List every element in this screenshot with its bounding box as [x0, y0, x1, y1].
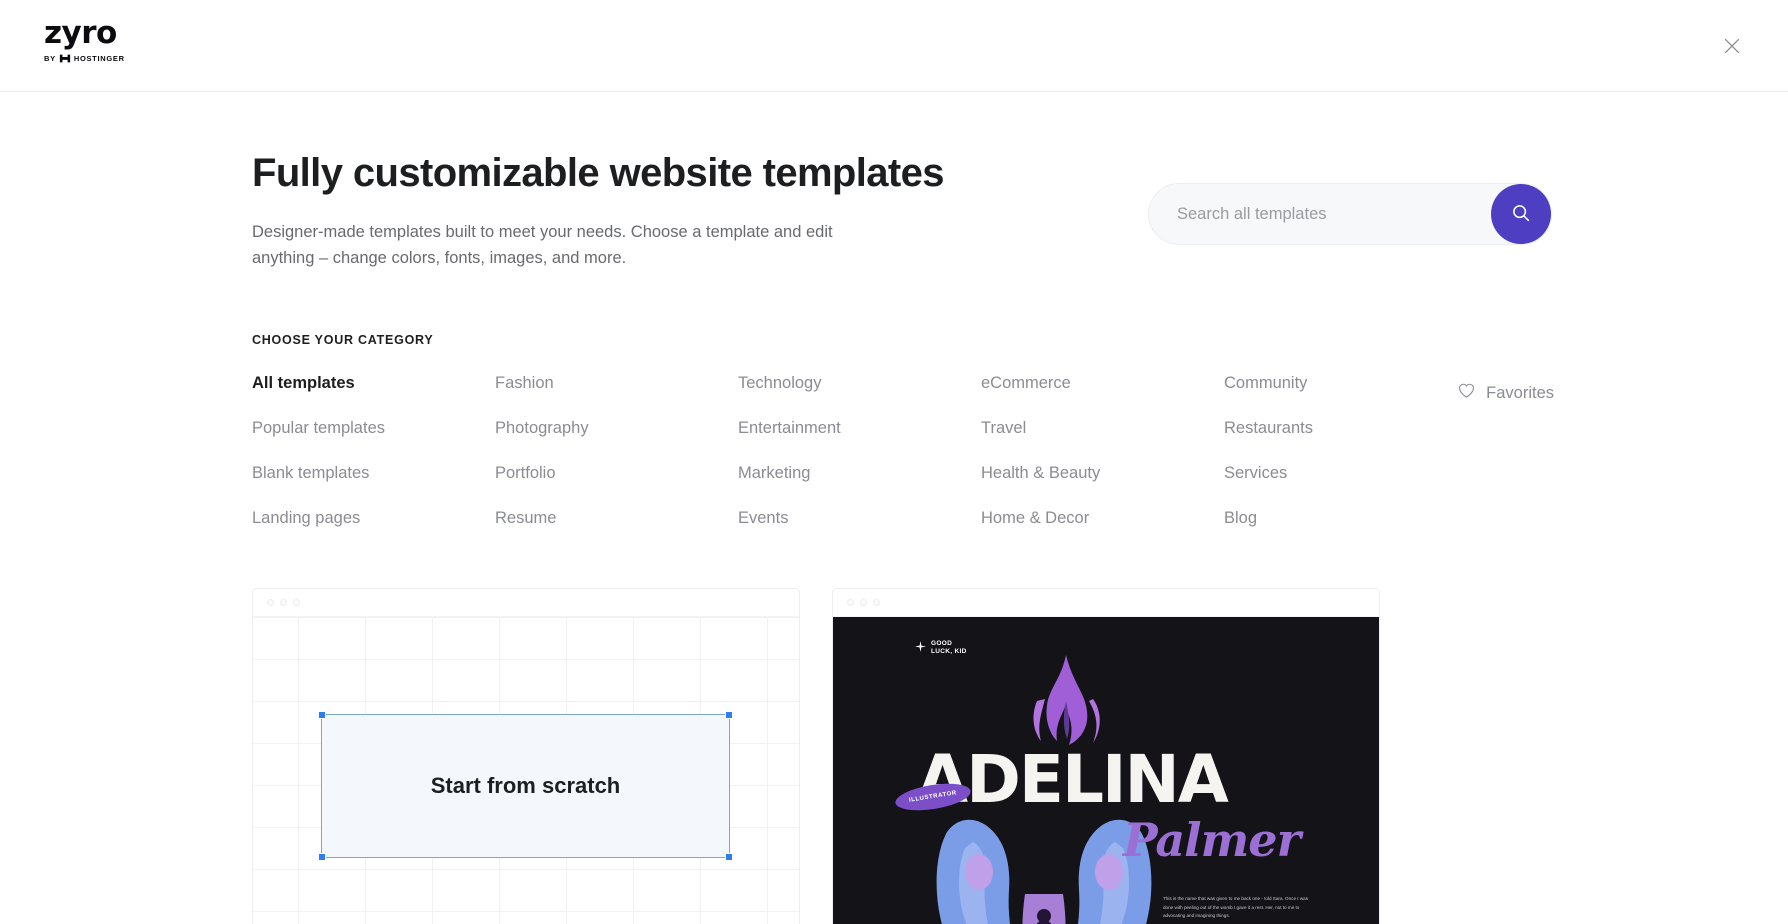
poster-corner-badge: GOOD LUCK, KID	[915, 639, 967, 657]
search-bar	[1148, 183, 1552, 245]
template-card-start-from-scratch[interactable]: Start from scratch	[252, 588, 800, 924]
resize-handle-top-right[interactable]	[725, 711, 733, 720]
category-heading: CHOOSE YOUR CATEGORY	[252, 333, 434, 348]
hostinger-h-icon	[59, 54, 71, 63]
browser-dot-icon	[847, 599, 854, 607]
category-item-all-templates[interactable]: All templates	[252, 371, 355, 396]
card-preview: GOOD LUCK, KID ADELINA Palmer ILLUSTRATO…	[833, 617, 1379, 924]
logo-by-text: BY	[44, 54, 56, 63]
browser-dot-icon	[267, 599, 274, 607]
category-item-fashion[interactable]: Fashion	[495, 371, 554, 396]
close-icon[interactable]	[1712, 26, 1752, 66]
category-item-blank-templates[interactable]: Blank templates	[252, 461, 369, 486]
template-grid: Start from scratch GOOD LUCK, KID ADELIN…	[252, 588, 1744, 924]
favorites-link[interactable]: Favorites	[1457, 381, 1554, 405]
category-item-resume[interactable]: Resume	[495, 506, 556, 531]
resize-handle-bottom-right[interactable]	[725, 853, 733, 862]
category-item-health-beauty[interactable]: Health & Beauty	[981, 461, 1100, 486]
poster-subtitle: Palmer	[1123, 813, 1301, 868]
search-icon	[1510, 202, 1532, 227]
resize-handle-bottom-left[interactable]	[318, 853, 326, 862]
category-item-blog[interactable]: Blog	[1224, 506, 1257, 531]
category-item-events[interactable]: Events	[738, 506, 788, 531]
card-browser-chrome	[253, 589, 799, 618]
search-submit-button[interactable]	[1491, 184, 1551, 244]
selected-block[interactable]: Start from scratch	[318, 711, 733, 862]
category-item-ecommerce[interactable]: eCommerce	[981, 371, 1071, 396]
category-item-marketing[interactable]: Marketing	[738, 461, 810, 486]
logo-wordmark: zyro	[44, 15, 117, 51]
search-input[interactable]	[1177, 204, 1489, 224]
start-from-scratch-label: Start from scratch	[430, 773, 621, 799]
resize-handle-top-left[interactable]	[318, 711, 326, 720]
favorites-label: Favorites	[1486, 383, 1554, 402]
poster-artwork: GOOD LUCK, KID ADELINA Palmer ILLUSTRATO…	[833, 617, 1379, 924]
category-item-technology[interactable]: Technology	[738, 371, 821, 396]
category-item-portfolio[interactable]: Portfolio	[495, 461, 556, 486]
page-content: Fully customizable website templates Des…	[0, 92, 1788, 924]
category-item-popular-templates[interactable]: Popular templates	[252, 416, 385, 441]
category-item-entertainment[interactable]: Entertainment	[738, 416, 841, 441]
category-item-landing-pages[interactable]: Landing pages	[252, 506, 360, 531]
poster-badge-text: GOOD LUCK, KID	[931, 640, 967, 656]
sparkle-icon	[915, 639, 926, 657]
page-subtitle: Designer-made templates built to meet yo…	[252, 223, 833, 267]
card-browser-chrome	[833, 589, 1379, 618]
card-preview: Start from scratch	[253, 617, 799, 924]
category-item-services[interactable]: Services	[1224, 461, 1287, 486]
template-card-adelina-palmer[interactable]: GOOD LUCK, KID ADELINA Palmer ILLUSTRATO…	[832, 588, 1380, 924]
browser-dot-icon	[280, 599, 287, 607]
logo-brand-text: HOSTINGER	[73, 54, 125, 63]
browser-dot-icon	[293, 599, 300, 607]
logo-byline: BY HOSTINGER	[44, 54, 144, 63]
zyro-logo[interactable]: zyro BY HOSTINGER	[44, 15, 144, 64]
heart-icon	[1457, 381, 1476, 405]
category-item-community[interactable]: Community	[1224, 371, 1307, 396]
illustrator-badge-label: ILLUSTRATOR	[908, 790, 958, 805]
category-section: CHOOSE YOUR CATEGORY All templates Fashi…	[252, 333, 1744, 530]
poster-title: ADELINA	[917, 741, 1229, 819]
category-item-restaurants[interactable]: Restaurants	[1224, 416, 1313, 441]
category-item-photography[interactable]: Photography	[495, 416, 589, 441]
browser-dot-icon	[873, 599, 880, 607]
app-header: zyro BY HOSTINGER	[0, 0, 1788, 92]
browser-dot-icon	[860, 599, 867, 607]
poster-paragraph: This is the name that was given to me ba…	[1163, 896, 1309, 919]
category-item-travel[interactable]: Travel	[981, 416, 1026, 441]
hero-section: Fully customizable website templates Des…	[252, 92, 1744, 271]
category-item-home-decor[interactable]: Home & Decor	[981, 506, 1089, 531]
